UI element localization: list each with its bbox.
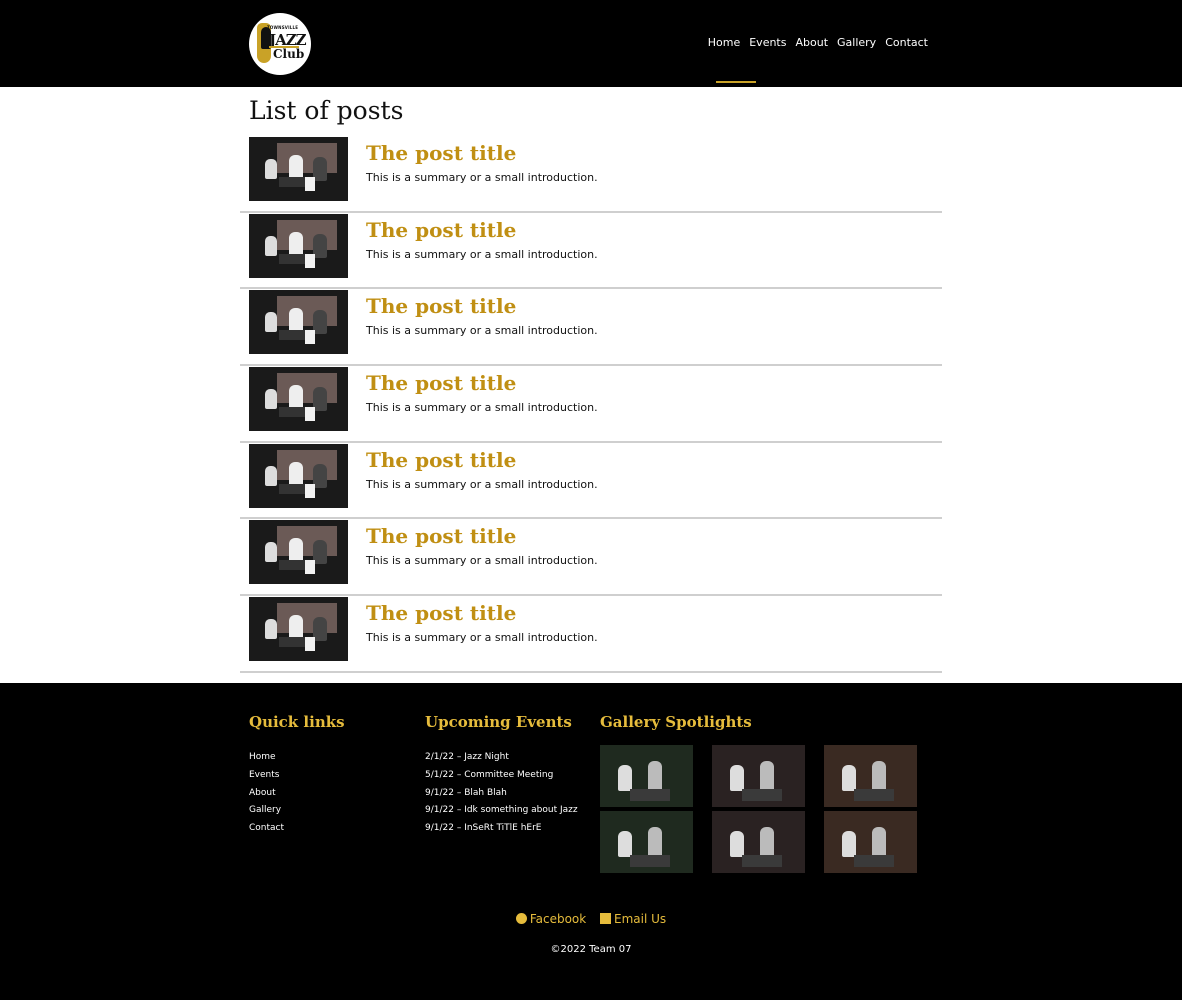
post-title[interactable]: The post title	[366, 294, 516, 318]
event-item[interactable]: 9/1/22 – Idk something about Jazz	[425, 802, 578, 820]
upcoming-events-title: Upcoming Events	[425, 713, 572, 731]
email-label: Email Us	[614, 912, 667, 926]
gallery-thumbnail[interactable]	[600, 745, 693, 807]
facebook-link[interactable]: Facebook	[515, 912, 587, 926]
gallery-thumbnail[interactable]	[600, 811, 693, 873]
post-title[interactable]: The post title	[366, 371, 516, 395]
gallery-thumbnail[interactable]	[712, 811, 805, 873]
gallery-spotlights-title: Gallery Spotlights	[600, 713, 752, 731]
event-item[interactable]: 2/1/22 – Jazz Night	[425, 749, 578, 767]
post-summary: This is a summary or a small introductio…	[366, 171, 598, 184]
post-summary: This is a summary or a small introductio…	[366, 554, 598, 568]
envelope-icon	[600, 913, 612, 924]
post-item[interactable]: The post title This is a summary or a sm…	[240, 213, 942, 290]
event-item[interactable]: 9/1/22 – Blah Blah	[425, 785, 578, 803]
footer-link-home[interactable]: Home	[249, 752, 276, 762]
post-item[interactable]: The post title This is a summary or a sm…	[240, 519, 942, 597]
site-footer: Quick links Home Events About Gallery Co…	[0, 683, 1182, 1000]
quick-links-list: Home Events About Gallery Contact	[249, 749, 284, 838]
active-nav-indicator	[716, 81, 756, 83]
nav-home[interactable]: Home	[708, 36, 740, 49]
page-title: List of posts	[249, 96, 404, 125]
quick-links-title: Quick links	[249, 713, 345, 731]
footer-link-about[interactable]: About	[249, 788, 276, 798]
nav-contact[interactable]: Contact	[885, 36, 928, 49]
gallery-grid	[600, 745, 918, 875]
site-logo[interactable]: TOWNSVILLE JAZZ Club	[249, 13, 311, 75]
footer-link-events[interactable]: Events	[249, 770, 279, 780]
gallery-thumbnail[interactable]	[712, 745, 805, 807]
post-summary: This is a summary or a small introductio…	[366, 401, 598, 415]
facebook-label: Facebook	[529, 912, 587, 926]
post-item[interactable]: The post title This is a summary or a sm…	[240, 136, 942, 213]
main-nav: Home Events About Gallery Contact	[699, 36, 928, 49]
post-item[interactable]: The post title This is a summary or a sm…	[240, 366, 942, 443]
facebook-icon	[515, 913, 527, 924]
upcoming-events-list: 2/1/22 – Jazz Night 5/1/22 – Committee M…	[425, 749, 578, 838]
gallery-thumbnail[interactable]	[824, 811, 917, 873]
post-title[interactable]: The post title	[366, 601, 516, 625]
post-thumbnail[interactable]	[249, 443, 348, 508]
footer-link-contact[interactable]: Contact	[249, 823, 284, 833]
post-title[interactable]: The post title	[366, 448, 516, 472]
post-thumbnail[interactable]	[249, 290, 348, 355]
gallery-thumbnail[interactable]	[824, 745, 917, 807]
logo-text-townsville: TOWNSVILLE	[267, 25, 299, 30]
event-item[interactable]: 9/1/22 – InSeRt TiTlE hErE	[425, 820, 578, 838]
post-list: The post title This is a summary or a sm…	[240, 136, 942, 673]
post-thumbnail[interactable]	[249, 597, 348, 662]
post-item[interactable]: The post title This is a summary or a sm…	[240, 289, 942, 367]
post-summary: This is a summary or a small introductio…	[366, 324, 598, 338]
nav-gallery[interactable]: Gallery	[837, 36, 876, 49]
post-summary: This is a summary or a small introductio…	[366, 247, 598, 261]
email-link[interactable]: Email Us	[600, 912, 666, 926]
nav-about[interactable]: About	[795, 36, 828, 49]
post-thumbnail[interactable]	[249, 520, 348, 585]
post-title[interactable]: The post title	[366, 524, 516, 548]
post-summary: This is a summary or a small introductio…	[366, 477, 598, 491]
post-title[interactable]: The post title	[366, 218, 516, 242]
site-header: TOWNSVILLE JAZZ Club Home Events About G…	[0, 0, 1182, 87]
social-links: Facebook Email Us	[0, 912, 1182, 926]
post-thumbnail[interactable]	[249, 213, 348, 278]
event-item[interactable]: 5/1/22 – Committee Meeting	[425, 767, 578, 785]
post-thumbnail[interactable]	[249, 367, 348, 432]
post-item[interactable]: The post title This is a summary or a sm…	[240, 443, 942, 520]
post-thumbnail[interactable]	[249, 137, 348, 201]
nav-events[interactable]: Events	[749, 36, 786, 49]
post-title[interactable]: The post title	[366, 141, 516, 165]
post-item[interactable]: The post title This is a summary or a sm…	[240, 596, 942, 673]
footer-link-gallery[interactable]: Gallery	[249, 805, 281, 815]
logo-text-club: Club	[273, 47, 305, 61]
copyright: ©2022 Team 07	[550, 944, 632, 955]
post-summary: This is a summary or a small introductio…	[366, 631, 598, 645]
